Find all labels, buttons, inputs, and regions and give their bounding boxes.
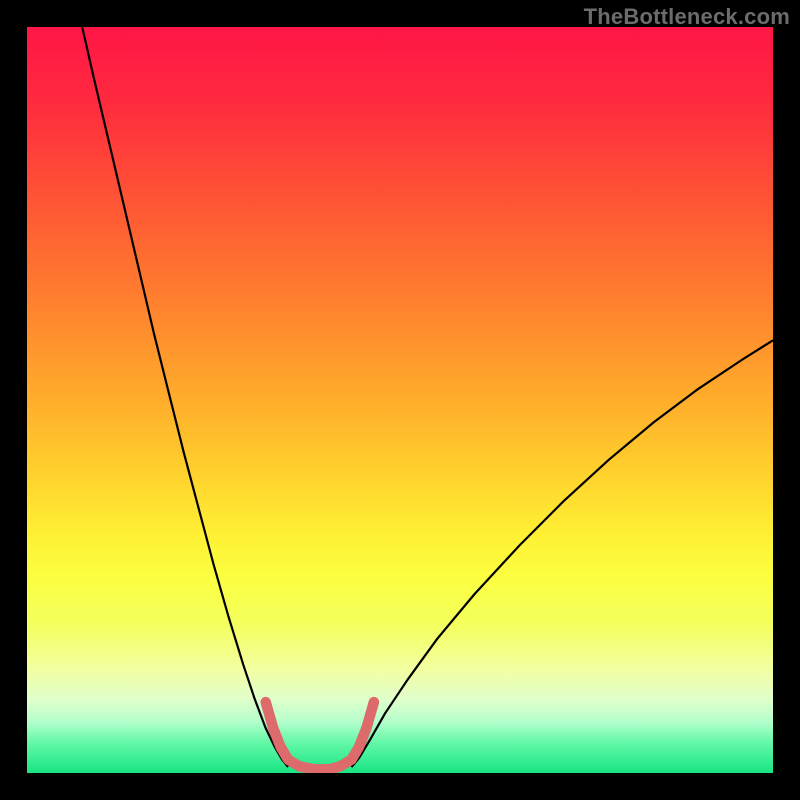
- chart-svg: [27, 27, 773, 773]
- chart-frame: TheBottleneck.com: [0, 0, 800, 800]
- watermark-text: TheBottleneck.com: [584, 4, 790, 30]
- plot-area: [27, 27, 773, 773]
- gradient-background: [27, 27, 773, 773]
